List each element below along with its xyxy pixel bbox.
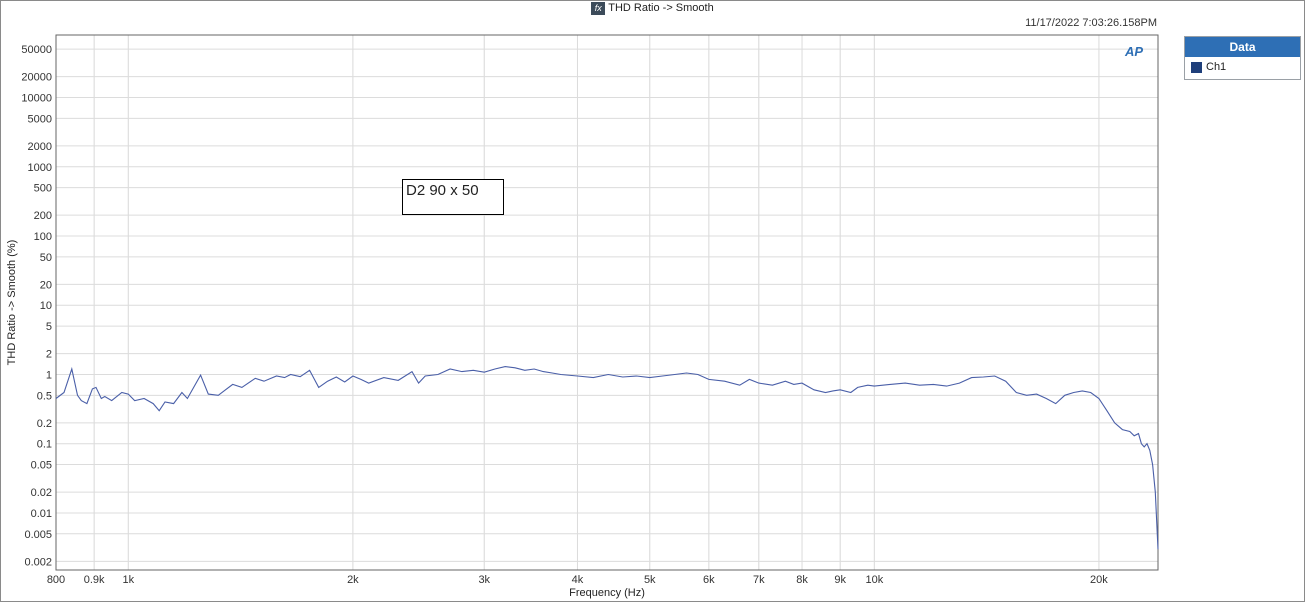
- x-tick-label: 800: [47, 574, 65, 586]
- y-tick-label: 1: [46, 369, 52, 381]
- y-axis-label: THD Ratio -> Smooth (%): [6, 240, 18, 366]
- x-tick-label: 8k: [796, 574, 808, 586]
- y-tick-label: 1000: [28, 162, 52, 174]
- x-axis-label: Frequency (Hz): [569, 587, 645, 599]
- legend-swatch: [1191, 61, 1202, 73]
- y-tick-label: 0.5: [37, 390, 52, 402]
- x-tick-label: 3k: [478, 574, 490, 586]
- x-tick-label: 0.9k: [84, 574, 105, 586]
- legend-item-label: Ch1: [1206, 61, 1227, 73]
- x-tick-label: 6k: [703, 574, 715, 586]
- y-tick-label: 100: [34, 231, 52, 243]
- x-tick-label: 9k: [834, 574, 846, 586]
- y-tick-label: 10: [40, 300, 52, 312]
- x-tick-label: 10k: [865, 574, 883, 586]
- x-tick-label: 7k: [753, 574, 765, 586]
- y-tick-label: 200: [34, 210, 52, 222]
- legend: Data Ch1: [1184, 36, 1301, 80]
- legend-title: Data: [1185, 37, 1300, 57]
- y-tick-label: 10000: [21, 93, 52, 105]
- y-tick-label: 0.2: [37, 418, 52, 430]
- y-tick-label: 20000: [21, 72, 52, 84]
- x-tick-label: 5k: [644, 574, 656, 586]
- y-tick-label: 2: [46, 349, 52, 361]
- chart-svg: 800 0.9k 1k 2k 3k 4k 5k 6k 7k 8k 9k 10k 20k500002000…: [6, 34, 1159, 599]
- x-tick-label: 20k: [1090, 574, 1108, 586]
- y-tick-label: 5000: [28, 113, 52, 125]
- y-tick-label: 0.002: [24, 556, 52, 568]
- annotation-box[interactable]: D2 90 x 50: [402, 179, 504, 215]
- ap-logo-icon: AP: [1125, 44, 1144, 59]
- y-tick-label: 50: [40, 252, 52, 264]
- y-tick-label: 500: [34, 183, 52, 195]
- y-tick-label: 0.1: [37, 439, 52, 451]
- y-tick-label: 5: [46, 321, 52, 333]
- y-tick-label: 0.05: [31, 460, 52, 472]
- y-tick-label: 20: [40, 279, 52, 291]
- x-tick-label: 2k: [347, 574, 359, 586]
- y-tick-label: 0.01: [31, 508, 52, 520]
- legend-item-ch1[interactable]: Ch1: [1185, 57, 1300, 77]
- y-tick-label: 50000: [21, 44, 52, 56]
- y-tick-label: 0.02: [31, 487, 52, 499]
- x-tick-label: 1k: [122, 574, 134, 586]
- y-tick-label: 2000: [28, 141, 52, 153]
- plot-area: [56, 35, 1158, 570]
- x-tick-label: 4k: [572, 574, 584, 586]
- y-tick-label: 0.005: [24, 529, 52, 541]
